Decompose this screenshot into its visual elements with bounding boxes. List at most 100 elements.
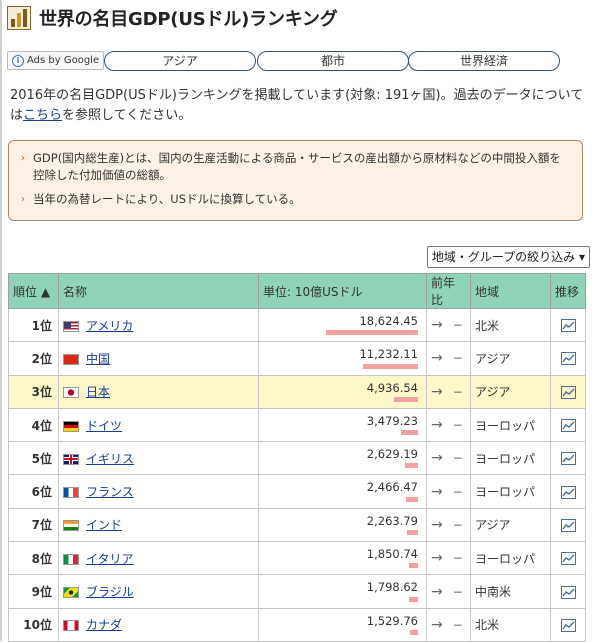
gdp-cell: 11,232.11: [258, 341, 427, 376]
gdp-cell: 4,936.54: [258, 374, 427, 409]
column-header-gdp[interactable]: 単位: 10億USドル: [258, 273, 427, 309]
country-cell: イタリア: [58, 541, 259, 576]
nav-link-world-economy[interactable]: 世界経済: [408, 51, 560, 71]
line-chart-icon[interactable]: [560, 485, 576, 499]
arrow-right-icon: →: [431, 350, 443, 367]
ads-by-google-label[interactable]: i Ads by Google: [7, 51, 105, 70]
line-chart-icon[interactable]: [560, 319, 576, 333]
country-link[interactable]: イギリス: [86, 452, 134, 466]
nav-link-cities[interactable]: 都市: [257, 51, 409, 71]
country-link[interactable]: カナダ: [86, 618, 122, 632]
region-cell: ヨーロッパ: [470, 541, 551, 576]
table-row: 8位 イタリア 1,850.74 → − ヨーロッパ: [8, 541, 586, 576]
definition-note-box: › GDP(国内総生産)とは、国内の生産活動による商品・サービスの産出額から原材…: [8, 140, 583, 221]
line-chart-icon[interactable]: [560, 352, 576, 366]
arrow-right-icon: →: [431, 583, 443, 600]
nav-link-asia[interactable]: アジア: [104, 51, 256, 71]
region-cell: 北米: [470, 607, 551, 642]
country-link[interactable]: インド: [86, 518, 122, 532]
arrow-right-icon: →: [431, 417, 443, 434]
chart-cell: [550, 341, 586, 376]
change-cell: → −: [426, 474, 471, 509]
gdp-value: 18,624.45: [359, 314, 418, 328]
arrow-right-icon: →: [431, 317, 443, 334]
chart-cell: [550, 541, 586, 576]
line-chart-icon[interactable]: [560, 618, 576, 632]
country-cell: インド: [58, 507, 259, 543]
arrow-right-icon: →: [431, 383, 443, 400]
region-cell: 中南米: [470, 574, 551, 609]
column-header-change[interactable]: 前年比: [426, 273, 471, 309]
country-link[interactable]: 中国: [86, 352, 110, 366]
intro-tail: を参照してください。: [62, 108, 192, 123]
table-row: 7位 インド 2,263.79 → − アジア: [8, 507, 586, 543]
flag-it-icon: [63, 553, 79, 565]
column-header-region[interactable]: 地域: [470, 273, 551, 309]
change-value: −: [452, 551, 463, 566]
country-link[interactable]: アメリカ: [86, 319, 133, 333]
table-row: 5位 イギリス 2,629.19 → − ヨーロッパ: [8, 441, 586, 476]
flag-jp-icon: [63, 387, 79, 399]
column-header-rank[interactable]: 順位 ▲: [8, 273, 59, 309]
flag-ca-icon: [63, 620, 79, 632]
chart-cell: [550, 607, 586, 642]
rank-cell: 2位: [8, 341, 59, 376]
change-value: −: [452, 484, 463, 499]
line-chart-icon[interactable]: [560, 552, 576, 566]
change-cell: → −: [426, 374, 471, 409]
region-filter-select[interactable]: 地域・グループの絞り込み ▾: [426, 246, 590, 268]
gdp-cell: 1,850.74: [258, 541, 427, 576]
page-title: 世界の名目GDP(USドル)ランキング: [39, 9, 338, 30]
note-item: › GDP(国内総生産)とは、国内の生産活動による商品・サービスの産出額から原材…: [21, 150, 570, 184]
column-header-chart[interactable]: 推移: [550, 273, 586, 309]
chart-cell: [550, 574, 586, 609]
gdp-bar: [401, 430, 418, 436]
flag-br-icon: [63, 587, 79, 599]
chart-cell: [550, 507, 586, 543]
arrow-right-icon: →: [431, 450, 443, 467]
line-chart-icon[interactable]: [560, 585, 576, 599]
note-item: › 当年の為替レートにより、USドルに換算している。: [21, 191, 570, 208]
country-link[interactable]: フランス: [86, 485, 134, 499]
flag-us-icon: [63, 320, 79, 332]
table-row: 1位 アメリカ 18,624.45 → − 北米: [8, 307, 586, 343]
gdp-bar: [394, 396, 418, 402]
gdp-cell: 2,466.47: [258, 474, 427, 509]
line-chart-icon[interactable]: [560, 518, 576, 532]
change-value: −: [452, 384, 463, 399]
region-cell: アジア: [470, 374, 551, 409]
line-chart-icon[interactable]: [560, 385, 576, 399]
country-link[interactable]: ドイツ: [86, 419, 122, 433]
change-cell: → −: [426, 541, 471, 576]
country-link[interactable]: イタリア: [86, 552, 134, 566]
change-value: −: [452, 451, 463, 466]
past-data-link[interactable]: こちら: [23, 108, 62, 123]
gdp-bar: [409, 563, 418, 569]
chart-cell: [550, 307, 586, 343]
gdp-value: 2,466.47: [366, 480, 418, 495]
country-cell: フランス: [58, 474, 259, 509]
line-chart-icon[interactable]: [560, 419, 576, 433]
change-cell: → −: [426, 607, 471, 642]
column-header-name[interactable]: 名称: [58, 273, 259, 309]
table-row: 2位 中国 11,232.11 → − アジア: [8, 341, 586, 376]
country-cell: 日本: [58, 374, 259, 409]
region-cell: アジア: [470, 507, 551, 543]
chart-cell: [550, 374, 586, 409]
rank-cell: 3位: [8, 374, 59, 409]
table-row: 9位 ブラジル 1,798.62 → − 中南米: [8, 574, 586, 609]
gdp-bar: [405, 463, 418, 469]
country-link[interactable]: 日本: [86, 385, 110, 399]
country-link[interactable]: ブラジル: [86, 585, 134, 599]
change-value: −: [452, 418, 463, 433]
country-cell: カナダ: [58, 607, 259, 642]
chart-cell: [550, 407, 586, 443]
gdp-bar: [326, 330, 418, 336]
flag-in-icon: [63, 520, 79, 532]
change-value: −: [452, 584, 463, 599]
ranking-logo-icon[interactable]: [7, 6, 31, 30]
note-gdp-definition: GDP(国内総生産)とは、国内の生産活動による商品・サービスの産出額から原材料な…: [33, 151, 561, 182]
line-chart-icon[interactable]: [560, 452, 576, 466]
page-left-border: [0, 0, 2, 641]
bullet-icon: ›: [21, 194, 25, 205]
